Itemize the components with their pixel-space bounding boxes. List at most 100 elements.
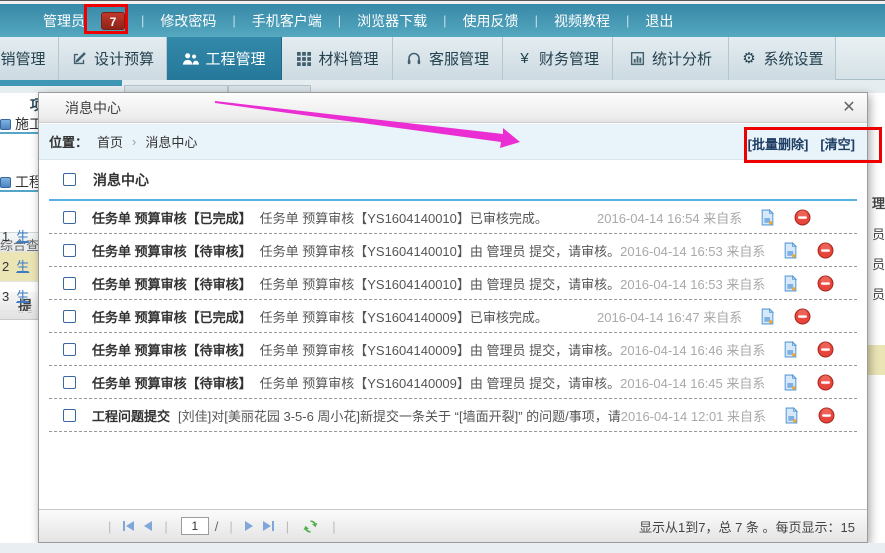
topbar-item-feedback[interactable]: 使用反馈	[463, 11, 519, 31]
view-document-icon[interactable]	[782, 242, 799, 259]
view-document-icon[interactable]	[782, 374, 799, 391]
row-checkbox[interactable]	[63, 376, 76, 389]
topbar-separator: |	[626, 13, 629, 28]
topbar-item-browser-download[interactable]: 浏览器下载	[357, 11, 427, 31]
list-header-title: 消息中心	[93, 170, 149, 190]
topbar-item-video-tutorial[interactable]: 视频教程	[554, 11, 610, 31]
message-center-dialog: 消息中心 ✕ 位置： 首页 › 消息中心 [批量删除] [清空] 消息中心 任务…	[38, 92, 868, 543]
next-page-button[interactable]	[245, 521, 253, 531]
row-checkbox[interactable]	[63, 211, 76, 224]
page-number-input[interactable]	[181, 517, 209, 535]
message-timestamp: 2016-04-14 16:54 来自系	[597, 208, 739, 227]
view-document-icon[interactable]	[759, 308, 776, 325]
tab-marketing[interactable]: 销管理	[0, 37, 59, 80]
tab-project-management[interactable]: 工程管理	[167, 37, 282, 80]
table-cell: 员	[872, 254, 885, 273]
message-title: 工程问题提交	[92, 406, 170, 425]
message-row[interactable]: 任务单 预算审核【待审核】 任务单 预算审核【YS1604140010】由 管理…	[49, 267, 857, 300]
delete-message-icon[interactable]	[817, 341, 834, 358]
tab-materials[interactable]: 材料管理	[282, 37, 393, 80]
delete-message-icon[interactable]	[817, 275, 834, 292]
tab-statistics[interactable]: 统计分析	[613, 37, 729, 80]
tab-design-budget[interactable]: 设计预算	[59, 37, 167, 80]
message-text: [刘佳]对[美丽花园 3-5-6 周小花]新提交一条关于 “[墙面开裂]” 的问…	[178, 406, 621, 425]
row-checkbox[interactable]	[63, 409, 76, 422]
message-text: 任务单 预算审核【YS1604140009】由 管理员 提交，请审核。	[260, 340, 620, 359]
team-icon	[182, 51, 199, 67]
refresh-icon[interactable]	[302, 518, 319, 535]
message-row[interactable]: 工程问题提交 [刘佳]对[美丽花园 3-5-6 周小花]新提交一条关于 “[墙面…	[49, 399, 857, 432]
topbar-separator: |	[338, 13, 341, 28]
notification-badge[interactable]: 7	[101, 12, 125, 30]
pager-separator: |	[164, 519, 167, 534]
tab-customer-service[interactable]: 客服管理	[393, 37, 503, 80]
document-icon	[0, 119, 11, 130]
breadcrumb-current: 消息中心	[145, 132, 197, 151]
breadcrumb: 位置： 首页 › 消息中心	[39, 124, 867, 160]
message-row[interactable]: 任务单 预算审核【待审核】 任务单 预算审核【YS1604140010】由 管理…	[49, 234, 857, 267]
row-checkbox[interactable]	[63, 343, 76, 356]
pager-separator: |	[286, 519, 289, 534]
delete-message-icon[interactable]	[817, 374, 834, 391]
tab-label: 工程管理	[205, 48, 265, 69]
delete-message-icon[interactable]	[794, 308, 811, 325]
row-checkbox[interactable]	[63, 310, 76, 323]
topbar-separator: |	[141, 13, 144, 28]
row-checkbox[interactable]	[63, 277, 76, 290]
close-icon[interactable]: ✕	[839, 98, 859, 118]
dialog-titlebar[interactable]: 消息中心	[39, 93, 867, 123]
row-checkbox[interactable]	[63, 244, 76, 257]
view-document-icon[interactable]	[783, 407, 800, 424]
page-total-separator: /	[215, 519, 219, 534]
delete-message-icon[interactable]	[817, 242, 834, 259]
message-title: 任务单 预算审核【已完成】	[92, 208, 252, 227]
background-table-header-right: 理	[872, 193, 885, 212]
topbar-separator: |	[443, 13, 446, 28]
chart-icon	[629, 51, 646, 67]
delete-message-icon[interactable]	[818, 407, 835, 424]
tab-finance[interactable]: ¥ 财务管理	[503, 37, 613, 80]
tab-label: 材料管理	[318, 48, 378, 69]
nav-filler	[836, 37, 885, 79]
chevron-right-icon: ›	[132, 134, 136, 149]
tab-label: 客服管理	[429, 48, 489, 69]
message-text: 任务单 预算审核【YS1604140009】已审核完成。	[260, 307, 548, 326]
delete-message-icon[interactable]	[794, 209, 811, 226]
batch-delete-button[interactable]: [批量删除]	[748, 134, 809, 153]
pager-separator: |	[332, 519, 335, 534]
topbar-item-change-password[interactable]: 修改密码	[160, 11, 216, 31]
view-document-icon[interactable]	[782, 275, 799, 292]
edit-icon	[71, 51, 88, 67]
message-title: 任务单 预算审核【待审核】	[92, 274, 252, 293]
message-list: 消息中心 任务单 预算审核【已完成】 任务单 预算审核【YS1604140010…	[39, 160, 867, 509]
view-document-icon[interactable]	[782, 341, 799, 358]
message-title: 任务单 预算审核【已完成】	[92, 307, 252, 326]
last-page-button[interactable]	[263, 521, 274, 531]
message-text: 任务单 预算审核【YS1604140010】已审核完成。	[260, 208, 548, 227]
pager-separator: |	[229, 519, 232, 534]
background-row-link[interactable]: 生	[16, 289, 29, 304]
message-title: 任务单 预算审核【待审核】	[92, 373, 252, 392]
topbar-item-mobile-client[interactable]: 手机客户端	[252, 11, 322, 31]
user-menu[interactable]: 管理员	[43, 11, 85, 31]
clear-all-button[interactable]: [清空]	[820, 134, 855, 153]
message-row[interactable]: 任务单 预算审核【已完成】 任务单 预算审核【YS1604140010】已审核完…	[49, 201, 857, 234]
topbar: 管理员 7 | 修改密码 | 手机客户端 | 浏览器下载 | 使用反馈 | 视频…	[0, 4, 885, 37]
view-document-icon[interactable]	[759, 209, 776, 226]
list-header-row: 消息中心	[49, 160, 857, 201]
first-page-button[interactable]	[123, 521, 134, 531]
app-window: 管理员 7 | 修改密码 | 手机客户端 | 浏览器下载 | 使用反馈 | 视频…	[0, 0, 885, 553]
background-row-link[interactable]: 生	[16, 229, 29, 244]
background-row-link[interactable]: 生	[16, 259, 29, 274]
message-row[interactable]: 任务单 预算审核【待审核】 任务单 预算审核【YS1604140009】由 管理…	[49, 333, 857, 366]
topbar-item-logout[interactable]: 退出	[645, 11, 673, 31]
select-all-checkbox[interactable]	[63, 173, 76, 186]
message-title: 任务单 预算审核【待审核】	[92, 340, 252, 359]
prev-page-button[interactable]	[144, 521, 152, 531]
gear-icon: ⚙	[740, 51, 757, 67]
tab-system-settings[interactable]: ⚙ 系统设置	[729, 37, 836, 80]
message-row[interactable]: 任务单 预算审核【已完成】 任务单 预算审核【YS1604140009】已审核完…	[49, 300, 857, 333]
pager-separator: |	[108, 519, 111, 534]
breadcrumb-home[interactable]: 首页	[97, 132, 123, 151]
message-row[interactable]: 任务单 预算审核【待审核】 任务单 预算审核【YS1604140009】由 管理…	[49, 366, 857, 399]
